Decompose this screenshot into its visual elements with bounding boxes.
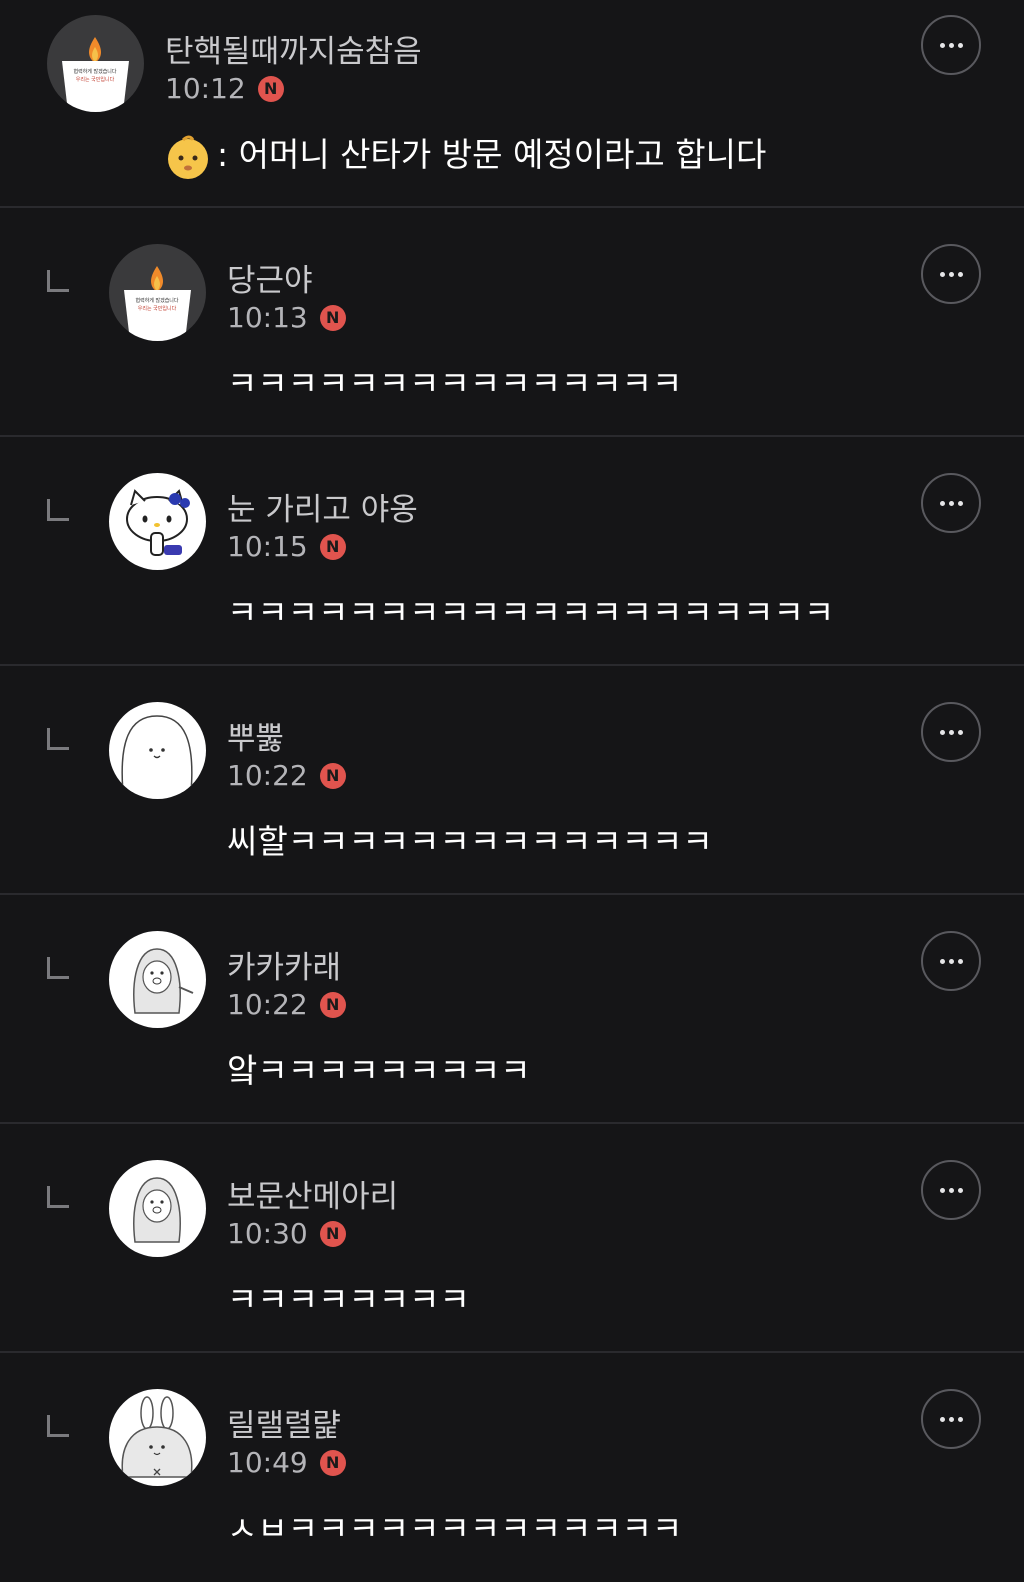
reply-item: 뿌뿛 10:22 N 씨할ㅋㅋㅋㅋㅋㅋㅋㅋㅋㅋㅋㅋㅋㅋ — [0, 666, 1024, 894]
comment-meta: 10:13 N — [227, 301, 346, 334]
reply-item: 눈 가리고 야옹 10:15 N ㅋㅋㅋㅋㅋㅋㅋㅋㅋㅋㅋㅋㅋㅋㅋㅋㅋㅋㅋㅋ — [0, 437, 1024, 665]
comment-time: 10:30 — [227, 1217, 308, 1250]
comment-author[interactable]: 탄핵될때까지숨참음 — [165, 26, 422, 71]
comment-text: ㅋㅋㅋㅋㅋㅋㅋㅋㅋㅋㅋㅋㅋㅋㅋㅋㅋㅋㅋㅋ — [227, 593, 835, 632]
reply-arrow-icon — [47, 1415, 69, 1437]
new-badge: N — [319, 991, 346, 1018]
comment-time: 10:12 — [165, 72, 246, 105]
comment-meta: 10:15 N — [227, 530, 346, 563]
dot-icon — [939, 500, 945, 506]
dot-icon — [957, 42, 963, 48]
more-options-button[interactable] — [921, 1389, 981, 1449]
comment-time: 10:22 — [227, 759, 308, 792]
more-options-button[interactable] — [921, 473, 981, 533]
dot-icon — [939, 1187, 945, 1193]
more-options-button[interactable] — [921, 702, 981, 762]
hooded-character-icon — [109, 1160, 206, 1257]
dot-icon — [948, 1187, 954, 1193]
dot-icon — [939, 729, 945, 735]
avatar[interactable] — [109, 1389, 206, 1486]
reply-item: 릴랠렬럁 10:49 N ㅅㅂㅋㅋㅋㅋㅋㅋㅋㅋㅋㅋㅋㅋㅋ — [0, 1353, 1024, 1582]
hello-kitty-icon — [109, 473, 206, 570]
comment-time: 10:49 — [227, 1446, 308, 1479]
dot-icon — [957, 729, 963, 735]
avatar[interactable] — [109, 702, 206, 799]
comment-text: ㅅㅂㅋㅋㅋㅋㅋㅋㅋㅋㅋㅋㅋㅋㅋ — [227, 1509, 683, 1548]
dot-icon — [948, 42, 954, 48]
comment-author[interactable]: 릴랠렬럁 — [227, 1400, 341, 1445]
dot-icon — [957, 958, 963, 964]
bunny-character-icon — [109, 1389, 206, 1486]
comment-author[interactable]: 당근야 — [227, 255, 313, 300]
comment-text: 씨할ㅋㅋㅋㅋㅋㅋㅋㅋㅋㅋㅋㅋㅋㅋ — [227, 822, 713, 861]
more-options-button[interactable] — [921, 15, 981, 75]
comment-meta: 10:22 N — [227, 988, 346, 1021]
avatar-caption-2: 우리는 국민입니다 — [76, 76, 115, 83]
new-badge: N — [319, 304, 346, 331]
round-blob-character-icon — [109, 702, 206, 799]
new-badge: N — [319, 533, 346, 560]
reply-item: 보문산메아리 10:30 N ㅋㅋㅋㅋㅋㅋㅋㅋ — [0, 1124, 1024, 1352]
baby-face-icon — [168, 135, 208, 179]
comment-time: 10:13 — [227, 301, 308, 334]
comment-meta: 10:30 N — [227, 1217, 346, 1250]
avatar[interactable]: 협력하게 많겠습니다 우리는 국민입니다 — [109, 244, 206, 341]
comment-meta: 10:12 N — [165, 72, 284, 105]
dot-icon — [948, 729, 954, 735]
comment-text: 앜ㅋㅋㅋㅋㅋㅋㅋㅋㅋ — [227, 1051, 531, 1090]
reply-arrow-icon — [47, 728, 69, 750]
new-badge: N — [319, 1220, 346, 1247]
dot-icon — [957, 1416, 963, 1422]
comment-item: 협력하게 많겠습니다 우리는 국민입니다 탄핵될때까지숨참음 10:12 N :… — [0, 0, 1024, 207]
comment-author[interactable]: 눈 가리고 야옹 — [227, 484, 418, 529]
dot-icon — [948, 271, 954, 277]
comment-body: : 어머니 산타가 방문 예정이라고 합니다 — [165, 128, 766, 180]
comment-time: 10:22 — [227, 988, 308, 1021]
more-options-button[interactable] — [921, 244, 981, 304]
dot-icon — [948, 500, 954, 506]
comment-author[interactable]: 뿌뿛 — [227, 713, 284, 758]
dot-icon — [957, 1187, 963, 1193]
comment-meta: 10:22 N — [227, 759, 346, 792]
comment-meta: 10:49 N — [227, 1446, 346, 1479]
avatar-caption-2: 우리는 국민입니다 — [138, 305, 177, 312]
avatar[interactable] — [109, 931, 206, 1028]
dot-icon — [957, 271, 963, 277]
reply-item: 협력하게 많겠습니다 우리는 국민입니다 당근야 10:13 N ㅋㅋㅋㅋㅋㅋㅋ… — [0, 208, 1024, 436]
reply-arrow-icon — [47, 499, 69, 521]
avatar[interactable] — [109, 473, 206, 570]
avatar[interactable] — [109, 1160, 206, 1257]
reply-arrow-icon — [47, 270, 69, 292]
dot-icon — [939, 958, 945, 964]
comment-text: : 어머니 산타가 방문 예정이라고 합니다 — [217, 135, 767, 174]
new-badge: N — [257, 75, 284, 102]
avatar-caption-1: 협력하게 많겠습니다 — [136, 297, 179, 304]
reply-arrow-icon — [47, 957, 69, 979]
dot-icon — [939, 1416, 945, 1422]
more-options-button[interactable] — [921, 1160, 981, 1220]
dot-icon — [939, 271, 945, 277]
dot-icon — [948, 1416, 954, 1422]
avatar[interactable]: 협력하게 많겠습니다 우리는 국민입니다 — [47, 15, 144, 112]
dot-icon — [939, 42, 945, 48]
comment-time: 10:15 — [227, 530, 308, 563]
comment-author[interactable]: 카카카래 — [227, 942, 341, 987]
comment-text: ㅋㅋㅋㅋㅋㅋㅋㅋ — [227, 1280, 470, 1319]
candle-protest-icon: 협력하게 많겠습니다 우리는 국민입니다 — [47, 15, 144, 112]
dot-icon — [957, 500, 963, 506]
hooded-character-icon — [109, 931, 206, 1028]
reply-arrow-icon — [47, 1186, 69, 1208]
reply-item: 카카카래 10:22 N 앜ㅋㅋㅋㅋㅋㅋㅋㅋㅋ — [0, 895, 1024, 1123]
candle-protest-icon: 협력하게 많겠습니다 우리는 국민입니다 — [109, 244, 206, 341]
more-options-button[interactable] — [921, 931, 981, 991]
avatar-caption-1: 협력하게 많겠습니다 — [74, 68, 117, 75]
comment-author[interactable]: 보문산메아리 — [227, 1171, 398, 1216]
new-badge: N — [319, 1449, 346, 1476]
comment-text: ㅋㅋㅋㅋㅋㅋㅋㅋㅋㅋㅋㅋㅋㅋㅋ — [227, 364, 683, 403]
dot-icon — [948, 958, 954, 964]
new-badge: N — [319, 762, 346, 789]
